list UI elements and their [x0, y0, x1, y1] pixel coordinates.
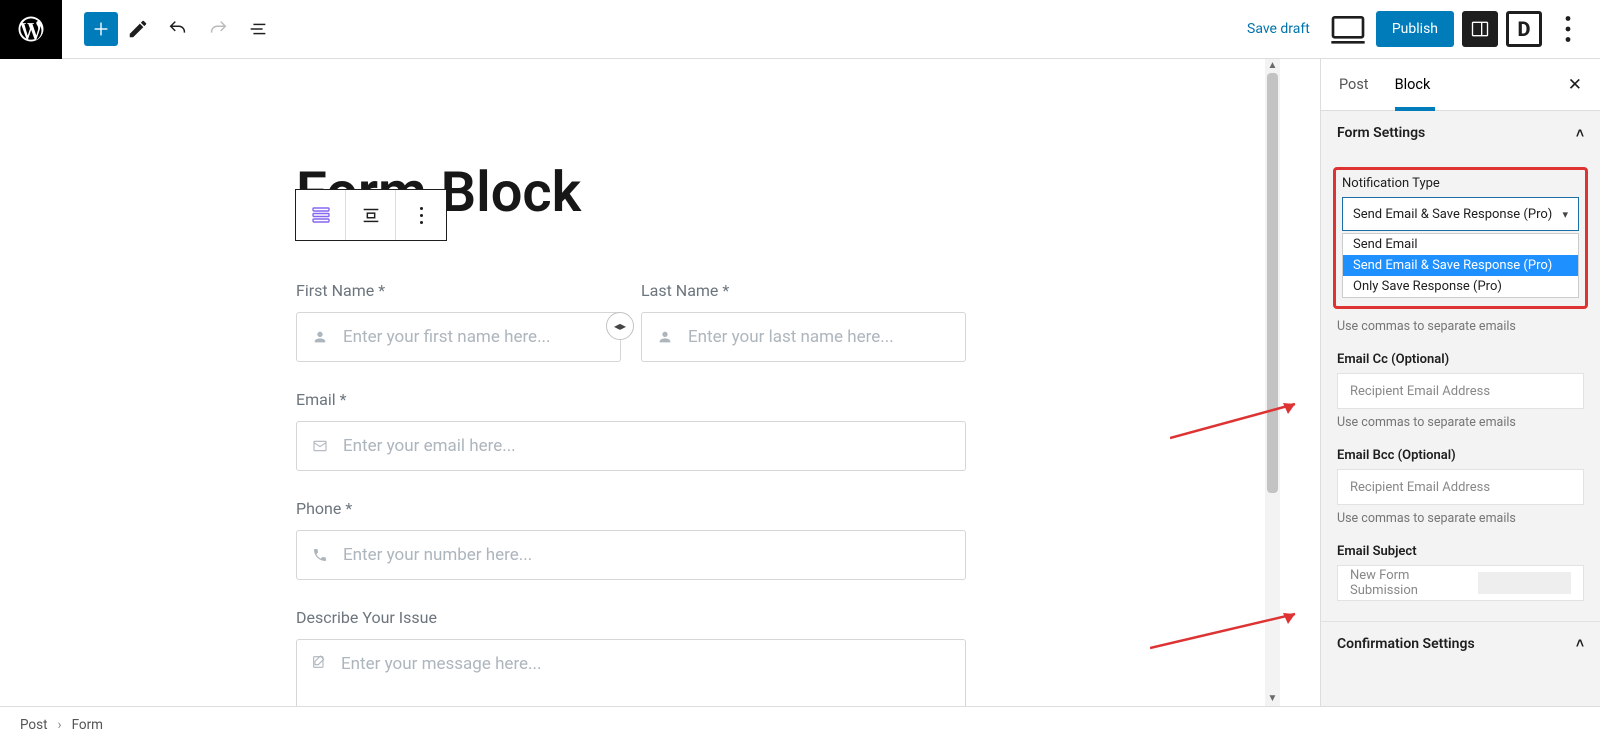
- add-block-button[interactable]: [84, 12, 118, 46]
- confirmation-title: Confirmation Settings: [1337, 636, 1475, 652]
- last-name-placeholder: Enter your last name here...: [688, 327, 894, 347]
- canvas-scrollbar[interactable]: ▲ ▼: [1265, 59, 1280, 706]
- phone-icon: [311, 547, 329, 563]
- chevron-up-icon: ˄: [1576, 635, 1584, 652]
- last-name-field[interactable]: Enter your last name here...: [641, 312, 966, 362]
- notification-option[interactable]: Only Save Response (Pro): [1343, 276, 1578, 297]
- form-block: First Name * Enter your first name here.…: [296, 281, 966, 706]
- preview-icon[interactable]: [1328, 9, 1368, 49]
- publish-button[interactable]: Publish: [1376, 11, 1454, 47]
- chevron-down-icon: ▾: [1562, 208, 1568, 221]
- block-toolbar: [295, 189, 447, 241]
- block-type-form-icon[interactable]: [296, 190, 346, 240]
- settings-sidebar: Post Block ✕ Form Settings ˄ Notificatio…: [1320, 59, 1600, 706]
- breadcrumb-post[interactable]: Post: [20, 717, 48, 733]
- column-resize-handle[interactable]: ◂▸: [606, 312, 634, 340]
- panel-form-settings[interactable]: Form Settings ˄: [1321, 111, 1600, 155]
- email-subject-value: New Form Submission: [1350, 568, 1472, 598]
- block-more-icon[interactable]: [396, 190, 446, 240]
- email-field[interactable]: Enter your email here...: [296, 421, 966, 471]
- help-text: Use commas to separate emails: [1337, 415, 1584, 430]
- first-name-placeholder: Enter your first name here...: [343, 327, 551, 347]
- scroll-up-caret[interactable]: ▲: [1265, 59, 1280, 73]
- email-placeholder: Enter your email here...: [343, 436, 516, 456]
- tab-block[interactable]: Block: [1395, 60, 1431, 109]
- plugin-d-icon[interactable]: D: [1506, 11, 1542, 47]
- user-icon: [311, 329, 329, 345]
- block-align-icon[interactable]: [346, 190, 396, 240]
- redo-icon[interactable]: [198, 0, 238, 59]
- breadcrumb-separator: ›: [58, 717, 62, 733]
- envelope-icon: [311, 438, 329, 454]
- tab-post[interactable]: Post: [1339, 60, 1369, 109]
- email-cc-input[interactable]: Recipient Email Address: [1337, 373, 1584, 409]
- panel-title: Form Settings: [1337, 125, 1425, 141]
- first-name-field[interactable]: Enter your first name here...: [296, 312, 621, 362]
- email-cc-label: Email Cc (Optional): [1337, 352, 1584, 367]
- phone-label: Phone *: [296, 499, 966, 518]
- issue-field[interactable]: Enter your message here...: [296, 639, 966, 706]
- user-icon: [656, 329, 674, 345]
- scroll-track[interactable]: [1265, 73, 1280, 692]
- breadcrumb-form[interactable]: Form: [72, 717, 103, 733]
- scroll-down-caret[interactable]: ▼: [1265, 692, 1280, 706]
- shortcode-chip: [1478, 572, 1571, 594]
- editor-topbar: Save draft Publish D: [0, 0, 1600, 59]
- email-bcc-input[interactable]: Recipient Email Address: [1337, 469, 1584, 505]
- edit-note-icon: [311, 654, 327, 706]
- notification-type-dropdown: Send Email Send Email & Save Response (P…: [1342, 233, 1579, 298]
- email-bcc-placeholder: Recipient Email Address: [1350, 480, 1490, 495]
- issue-label: Describe Your Issue: [296, 608, 966, 627]
- edit-mode-icon[interactable]: [118, 0, 158, 59]
- breadcrumb: Post › Form: [0, 706, 1600, 742]
- issue-placeholder: Enter your message here...: [341, 654, 542, 706]
- notification-type-value: Send Email & Save Response (Pro): [1353, 207, 1552, 222]
- undo-icon[interactable]: [158, 0, 198, 59]
- wordpress-logo[interactable]: [0, 0, 62, 59]
- first-name-label: First Name *: [296, 281, 621, 300]
- email-cc-placeholder: Recipient Email Address: [1350, 384, 1490, 399]
- help-text: Use commas to separate emails: [1337, 319, 1584, 334]
- document-overview-icon[interactable]: [238, 0, 278, 59]
- phone-field[interactable]: Enter your number here...: [296, 530, 966, 580]
- tab-underline: [1395, 107, 1435, 111]
- scroll-thumb[interactable]: [1267, 73, 1278, 493]
- settings-sidebar-toggle[interactable]: [1462, 11, 1498, 47]
- save-draft-button[interactable]: Save draft: [1237, 13, 1320, 45]
- annotation-highlight-box: Notification Type Send Email & Save Resp…: [1333, 167, 1588, 309]
- close-sidebar-icon[interactable]: ✕: [1568, 75, 1582, 95]
- email-subject-input[interactable]: New Form Submission: [1337, 565, 1584, 601]
- notification-option[interactable]: Send Email: [1343, 234, 1578, 255]
- email-subject-label: Email Subject: [1337, 544, 1584, 559]
- email-bcc-label: Email Bcc (Optional): [1337, 448, 1584, 463]
- chevron-up-icon: ˄: [1576, 125, 1584, 142]
- more-options-icon[interactable]: [1550, 11, 1586, 47]
- email-label: Email *: [296, 390, 966, 409]
- notification-type-select[interactable]: Send Email & Save Response (Pro) ▾: [1342, 197, 1579, 231]
- notification-type-label: Notification Type: [1342, 176, 1579, 191]
- panel-confirmation-settings[interactable]: Confirmation Settings ˄: [1321, 621, 1600, 665]
- phone-placeholder: Enter your number here...: [343, 545, 532, 565]
- editor-canvas: Form Block ◂▸ First Name * Enter your fi…: [0, 59, 1280, 706]
- last-name-label: Last Name *: [641, 281, 966, 300]
- help-text: Use commas to separate emails: [1337, 511, 1584, 526]
- notification-option[interactable]: Send Email & Save Response (Pro): [1343, 255, 1578, 276]
- sidebar-tabs: Post Block ✕: [1321, 59, 1600, 111]
